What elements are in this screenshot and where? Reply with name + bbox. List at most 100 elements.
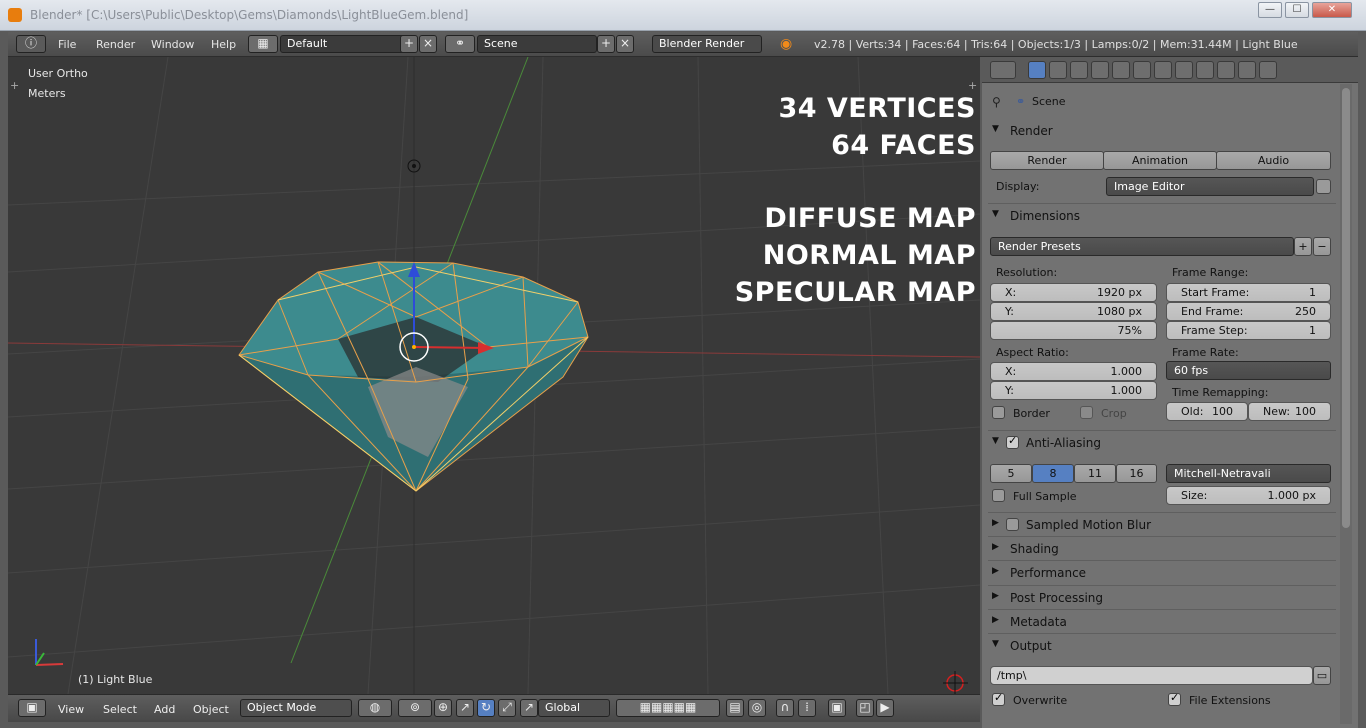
rotate-manipulator-icon[interactable]: ↻	[477, 699, 495, 717]
screen-layout-icon[interactable]: ▦	[248, 35, 278, 53]
anti-aliasing-checkbox[interactable]: ✓	[1006, 434, 1019, 449]
scene-field[interactable]: Scene	[477, 35, 597, 53]
maximize-button[interactable]: ☐	[1285, 2, 1309, 18]
aspect-x-field[interactable]: X: 1.000	[990, 362, 1157, 381]
motion-blur-panel-header[interactable]: ▶ Sampled Motion Blur	[988, 515, 1336, 535]
world-tab-icon[interactable]	[1091, 61, 1109, 79]
add-scene-button[interactable]: +	[597, 35, 615, 53]
translate-manipulator-icon[interactable]: ↗	[456, 699, 474, 717]
metadata-panel-header[interactable]: ▶ Metadata	[988, 612, 1336, 632]
data-tab-icon[interactable]	[1175, 61, 1193, 79]
menu-window[interactable]: Window	[151, 38, 194, 51]
render-presets-dropdown[interactable]: Render Presets	[990, 237, 1294, 256]
audio-button[interactable]: Audio	[1216, 151, 1331, 170]
editor-type-3dview-icon[interactable]: ▣	[18, 699, 46, 717]
physics-tab-icon[interactable]	[1259, 61, 1277, 79]
output-path-field[interactable]: /tmp\	[990, 666, 1313, 685]
opengl-render-icon[interactable]: ▶	[876, 699, 894, 717]
lock-interface-icon[interactable]	[1316, 179, 1331, 194]
motion-blur-checkbox[interactable]	[1006, 518, 1019, 531]
remove-preset-button[interactable]: −	[1313, 237, 1331, 256]
browse-folder-icon[interactable]: ▭	[1313, 666, 1331, 685]
end-frame-field[interactable]: End Frame: 250	[1166, 302, 1331, 321]
3d-viewport[interactable]: + + User Ortho Meters (1) Light Blue 34 …	[8, 57, 980, 694]
remap-old-field[interactable]: Old: 100	[1166, 402, 1248, 421]
editor-type-properties-icon[interactable]	[990, 61, 1016, 79]
constraints-tab-icon[interactable]	[1133, 61, 1151, 79]
lock-camera-icon[interactable]: ▤	[726, 699, 744, 717]
aa-sample-11[interactable]: 11	[1074, 464, 1116, 483]
manipulator-toggle-icon[interactable]: ⊕	[434, 699, 452, 717]
menu-select[interactable]: Select	[103, 703, 137, 716]
render-layers-tab-icon[interactable]	[1049, 61, 1067, 79]
orientation-dropdown[interactable]: Global	[538, 699, 610, 717]
screen-layout-field[interactable]: Default	[280, 35, 408, 53]
aa-filter-dropdown[interactable]: Mitchell-Netravali	[1166, 464, 1331, 483]
output-panel-header[interactable]: ▼ Output	[988, 636, 1336, 656]
resolution-percent-field[interactable]: 75%	[990, 321, 1157, 340]
modifiers-tab-icon[interactable]	[1154, 61, 1172, 79]
render-preview-icon[interactable]: ◰	[856, 699, 874, 717]
proportional-edit-icon[interactable]: ◎	[748, 699, 766, 717]
shading-panel-header[interactable]: ▶ Shading	[988, 539, 1336, 559]
post-processing-panel-header[interactable]: ▶ Post Processing	[988, 588, 1336, 608]
layers-grid[interactable]: ▦▦▦▦▦	[616, 699, 720, 717]
aa-sample-8[interactable]: 8	[1032, 464, 1074, 483]
overwrite-checkbox[interactable]: ✓	[992, 691, 1005, 706]
scale-manipulator-icon[interactable]: ⤢	[498, 699, 516, 717]
crop-checkbox[interactable]	[1080, 406, 1093, 419]
menu-help[interactable]: Help	[211, 38, 236, 51]
filter-size-field[interactable]: Size: 1.000 px	[1166, 486, 1331, 505]
border-checkbox[interactable]	[992, 406, 1005, 419]
menu-add[interactable]: Add	[154, 703, 175, 716]
texture-tab-icon[interactable]	[1217, 61, 1235, 79]
resolution-y-field[interactable]: Y: 1080 px	[990, 302, 1157, 321]
menu-render[interactable]: Render	[96, 38, 135, 51]
scrollbar-thumb[interactable]	[1342, 88, 1350, 528]
editor-type-info-icon[interactable]: ⓘ	[16, 35, 46, 53]
snap-target-icon[interactable]: ⁞	[798, 699, 816, 717]
frame-step-field[interactable]: Frame Step: 1	[1166, 321, 1331, 340]
mode-dropdown[interactable]: Object Mode	[240, 699, 352, 717]
properties-scrollbar[interactable]	[1340, 84, 1352, 724]
resolution-x-field[interactable]: X: 1920 px	[990, 283, 1157, 302]
transform-orientation-icon[interactable]: ↗	[520, 699, 538, 717]
render-button[interactable]: Render	[990, 151, 1104, 170]
pin-icon[interactable]: ⚲	[992, 95, 1001, 109]
display-dropdown[interactable]: Image Editor	[1106, 177, 1314, 196]
snap-element-icon[interactable]: ▣	[828, 699, 846, 717]
snap-magnet-icon[interactable]: ∩	[776, 699, 794, 717]
render-tab-icon[interactable]	[1028, 61, 1046, 79]
aspect-y-field[interactable]: Y: 1.000	[990, 381, 1157, 400]
particles-tab-icon[interactable]	[1238, 61, 1256, 79]
frame-rate-dropdown[interactable]: 60 fps	[1166, 361, 1331, 380]
start-frame-field[interactable]: Start Frame: 1	[1166, 283, 1331, 302]
menu-view[interactable]: View	[58, 703, 84, 716]
menu-file[interactable]: File	[58, 38, 76, 51]
performance-panel-header[interactable]: ▶ Performance	[988, 563, 1336, 583]
aa-sample-5[interactable]: 5	[990, 464, 1032, 483]
full-sample-checkbox[interactable]	[992, 489, 1005, 502]
remap-new-field[interactable]: New: 100	[1248, 402, 1331, 421]
file-extensions-checkbox[interactable]: ✓	[1168, 691, 1181, 706]
anti-aliasing-panel-header[interactable]: ▼ Anti-Aliasing	[988, 433, 1336, 453]
remove-scene-button[interactable]: ×	[616, 35, 634, 53]
aa-sample-16[interactable]: 16	[1116, 464, 1157, 483]
minimize-button[interactable]: —	[1258, 2, 1282, 18]
scene-icon[interactable]: ⚭	[445, 35, 475, 53]
render-panel-header[interactable]: ▼ Render	[988, 121, 1336, 141]
material-tab-icon[interactable]	[1196, 61, 1214, 79]
pivot-point-icon[interactable]: ⊚	[398, 699, 432, 717]
menu-object[interactable]: Object	[193, 703, 229, 716]
render-engine-dropdown[interactable]: Blender Render	[652, 35, 762, 53]
toolshelf-toggle-icon[interactable]: +	[10, 79, 19, 92]
dimensions-panel-header[interactable]: ▼ Dimensions	[988, 206, 1336, 226]
add-layout-button[interactable]: +	[400, 35, 418, 53]
scene-tab-icon[interactable]	[1070, 61, 1088, 79]
animation-button[interactable]: Animation	[1103, 151, 1217, 170]
object-tab-icon[interactable]	[1112, 61, 1130, 79]
add-preset-button[interactable]: +	[1294, 237, 1312, 256]
remove-layout-button[interactable]: ×	[419, 35, 437, 53]
properties-toggle-icon[interactable]: +	[968, 79, 977, 92]
close-window-button[interactable]: ✕	[1312, 2, 1352, 18]
